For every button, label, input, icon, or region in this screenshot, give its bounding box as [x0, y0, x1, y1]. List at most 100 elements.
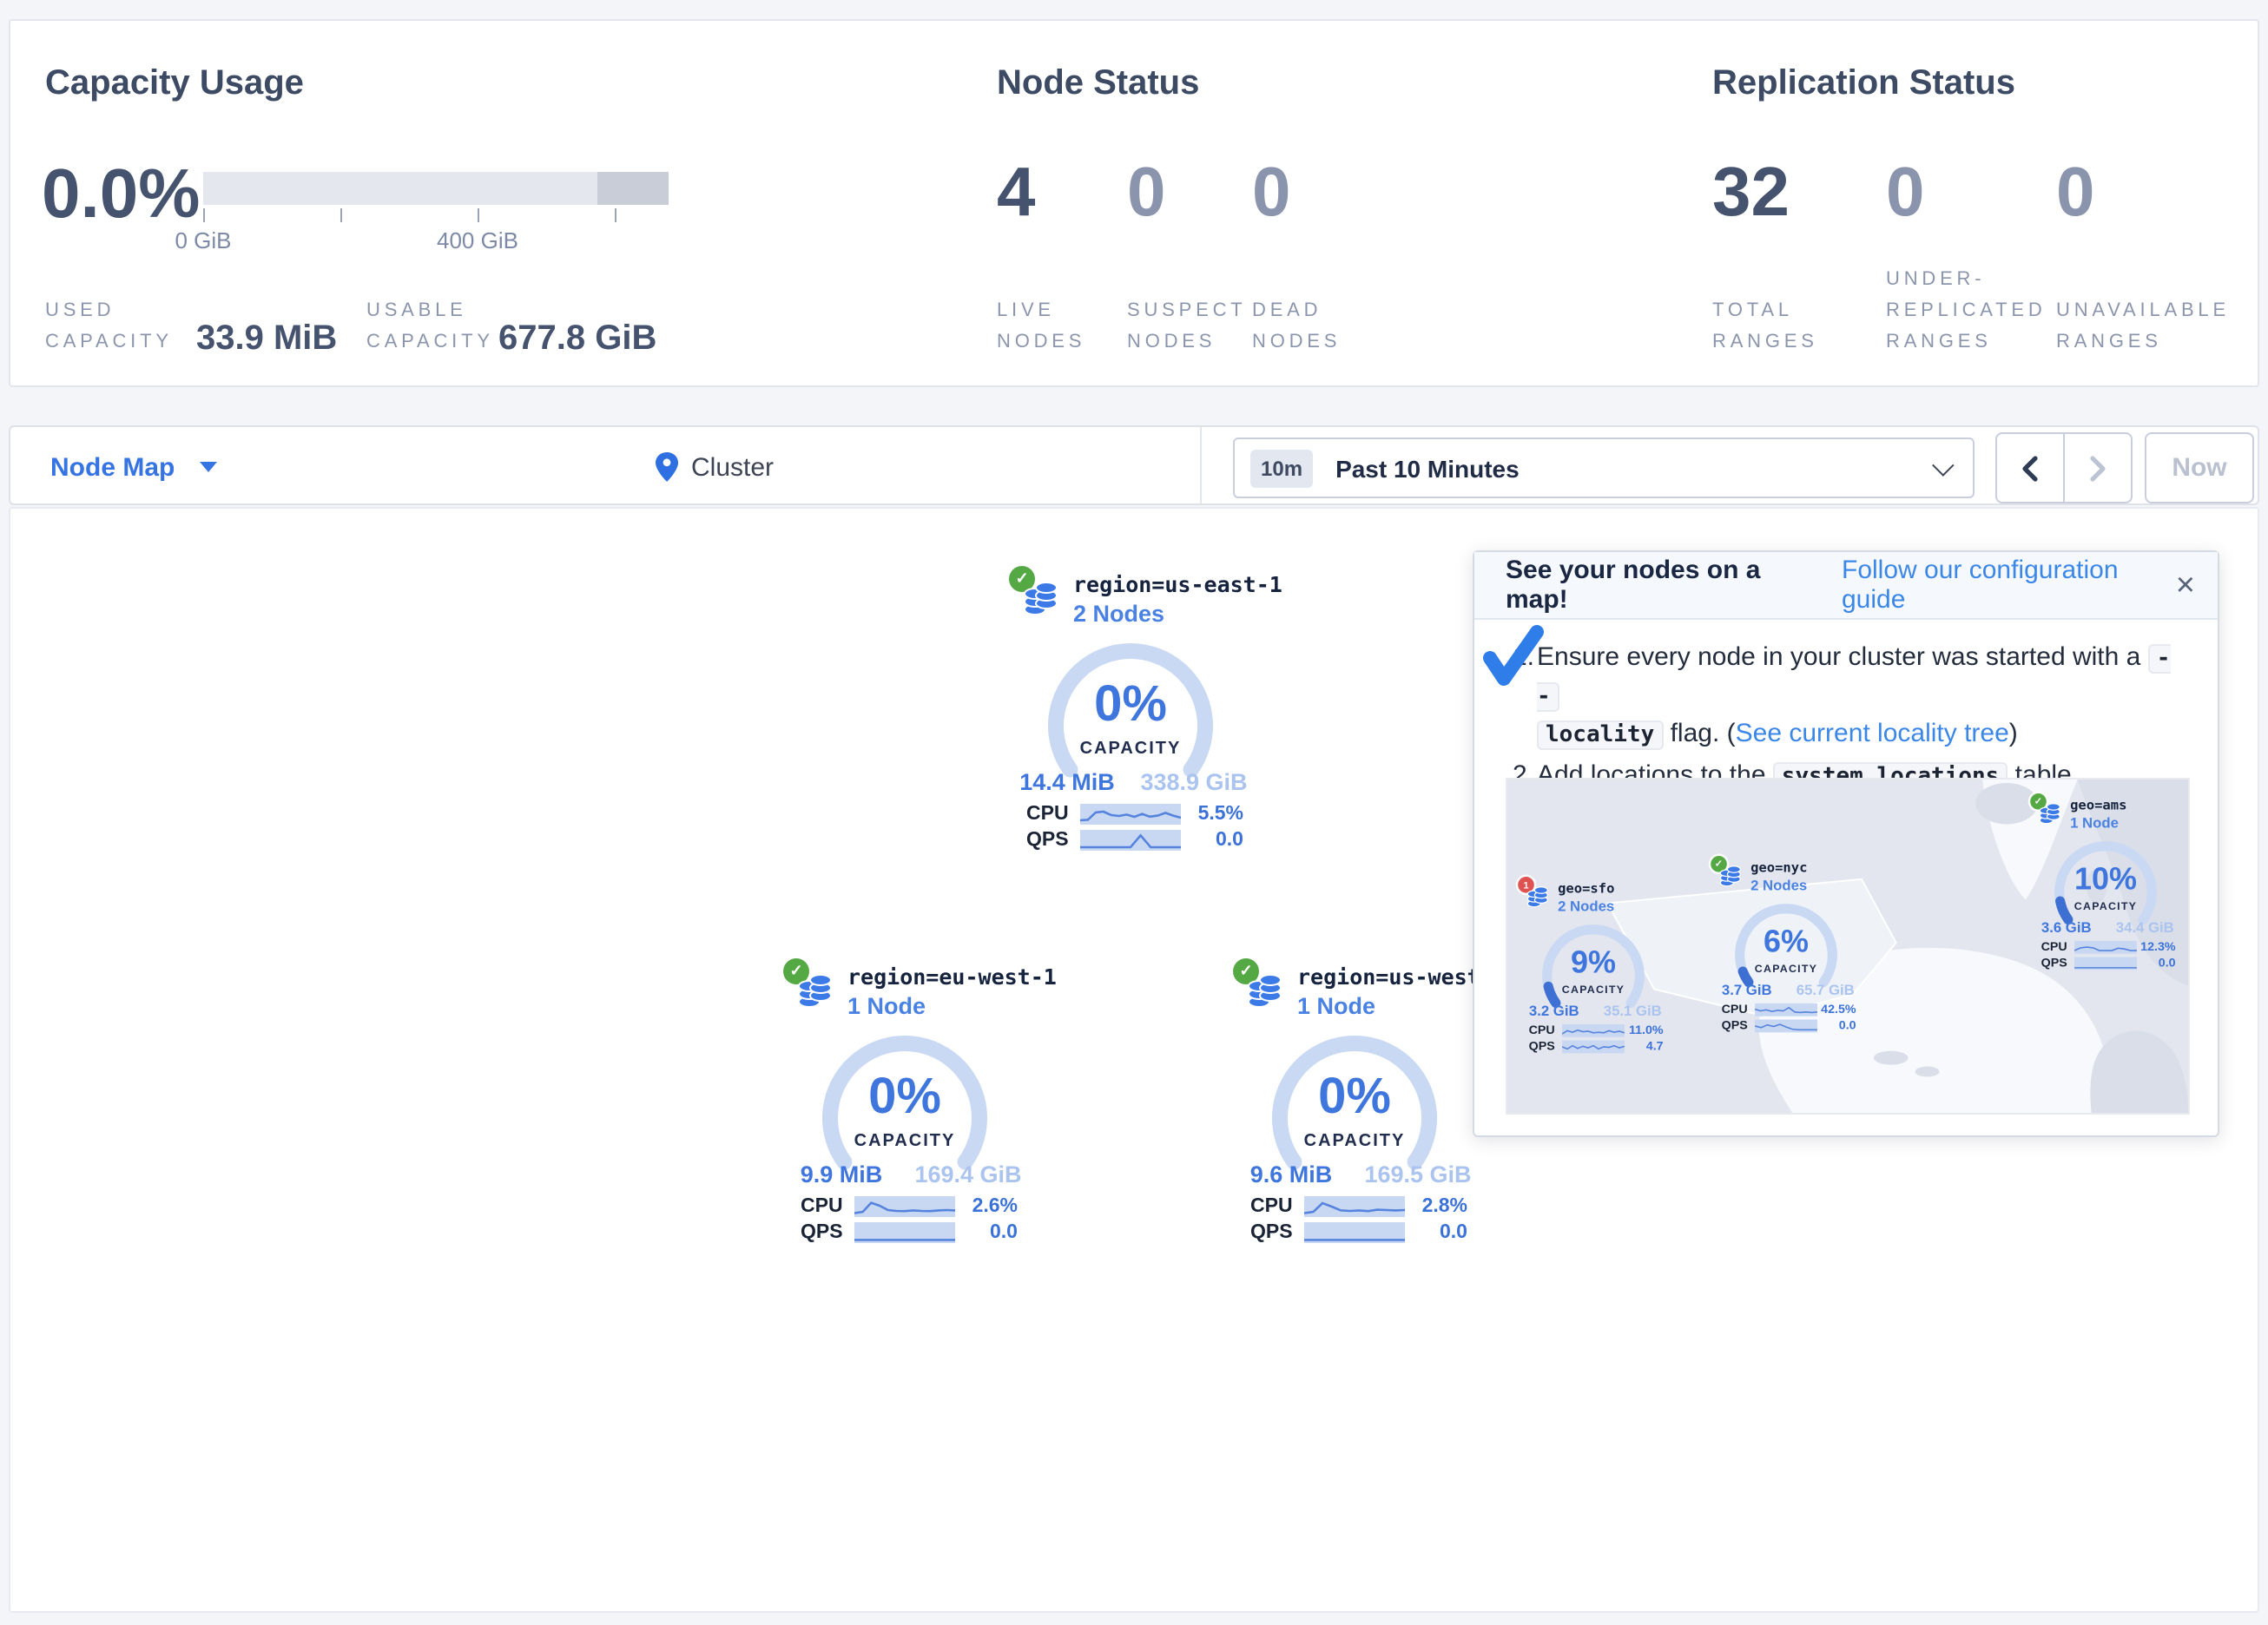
cpu-label: CPU — [1224, 1195, 1304, 1216]
blue-checkmark-icon — [1483, 625, 1546, 688]
now-button[interactable]: Now — [2145, 432, 2254, 503]
nodes-link[interactable]: 1 Node — [2069, 815, 2118, 832]
locality-label: geo=ams — [2069, 797, 2126, 813]
live-nodes-label: LIVE NODES — [997, 295, 1085, 358]
capacity-percent: 0% — [775, 1069, 1035, 1127]
used-capacity-label: USED CAPACITY — [45, 295, 173, 358]
qps-value: 0.0 — [1405, 1221, 1485, 1242]
chevron-down-icon — [1932, 454, 1954, 476]
popup-header: See your nodes on a map! Follow our conf… — [1474, 552, 2218, 620]
popup-map: 1 geo=sfo 2 Nodes 9% CAPACITY — [1506, 778, 2190, 1115]
time-range-label: Past 10 Minutes — [1335, 454, 1520, 482]
cpu-sparkline — [1080, 803, 1181, 824]
database-icon — [794, 970, 835, 1012]
under-replicated-value: 0 — [1886, 158, 1925, 227]
next-arrow-icon — [2086, 452, 2110, 484]
capacity-word: CAPACITY — [1512, 984, 1673, 997]
cpu-sparkline — [2074, 940, 2136, 953]
next-range-button[interactable] — [2065, 434, 2131, 502]
view-selector-dropdown[interactable]: Node Map — [50, 427, 216, 507]
cpu-sparkline — [1561, 1023, 1624, 1036]
capacity-usage-bar — [203, 172, 669, 205]
total-capacity: 169.4 GiB — [905, 1161, 1032, 1188]
breadcrumb-cluster[interactable]: Cluster — [655, 427, 774, 507]
unavailable-ranges-label: UNAVAILABLE RANGES — [2056, 295, 2230, 358]
nodes-link[interactable]: 2 Nodes — [1557, 898, 1613, 915]
capacity-word: CAPACITY — [1224, 1132, 1485, 1151]
step-text: flag. ( — [1663, 719, 1735, 748]
qps-sparkline — [1561, 1040, 1624, 1053]
configuration-guide-link[interactable]: Follow our configuration guide — [1842, 556, 2176, 615]
locality-label: geo=nyc — [1750, 859, 1806, 876]
qps-value: 0.0 — [1181, 829, 1261, 850]
breadcrumb-label: Cluster — [691, 452, 774, 482]
step-text: Ensure every node in your cluster was st… — [1537, 642, 2148, 672]
dead-nodes-label: DEAD NODES — [1252, 295, 1341, 358]
bar-tick — [615, 208, 616, 222]
region-card-us-east-1[interactable]: ✓ region=us-east-1 2 Nodes 0% CAPACITY 1… — [1000, 566, 1261, 852]
database-icon — [1243, 970, 1285, 1012]
capacity-percent: 0% — [1224, 1069, 1485, 1127]
cpu-value: 42.5% — [1816, 1003, 1866, 1016]
time-range-arrows — [1995, 432, 2133, 503]
capacity-word: CAPACITY — [1000, 740, 1261, 759]
region-card-us-west-1[interactable]: ✓ region=us-west-1 1 Node 0% CAPACITY 9.… — [1224, 958, 1485, 1245]
prev-range-button[interactable] — [1997, 434, 2065, 502]
live-nodes-value: 4 — [997, 158, 1036, 227]
caret-down-icon — [199, 462, 216, 472]
database-icon — [1019, 578, 1061, 620]
qps-label: QPS — [1224, 1221, 1304, 1242]
locality-label: region=eu-west-1 — [847, 964, 1057, 990]
popup-title: See your nodes on a map! — [1506, 556, 1817, 615]
cpu-value: 2.8% — [1405, 1195, 1485, 1216]
usable-capacity-value: 677.8 GiB — [498, 319, 656, 359]
total-ranges-label: TOTAL RANGES — [1712, 295, 1818, 358]
nodes-link[interactable]: 1 Node — [1297, 993, 1375, 1019]
capacity-percent: 9% — [1512, 945, 1673, 981]
locality-setup-popup: See your nodes on a map! Follow our conf… — [1473, 550, 2219, 1137]
capacity-percent: 0% — [1000, 677, 1261, 734]
used-capacity: 3.6 GiB — [2026, 919, 2105, 936]
time-range-select[interactable]: 10m Past 10 Minutes — [1233, 438, 1975, 498]
nodes-link[interactable]: 2 Nodes — [1073, 601, 1164, 627]
map-marker-geo-sfo[interactable]: 1 geo=sfo 2 Nodes 9% CAPACITY — [1512, 877, 1675, 1056]
bar-tick-label: 400 GiB — [437, 227, 518, 253]
view-selector-label: Node Map — [50, 452, 175, 482]
qps-value: 0.0 — [2136, 957, 2186, 970]
qps-label: QPS — [1512, 1040, 1561, 1053]
qps-sparkline — [2074, 957, 2136, 970]
time-range-badge: 10m — [1250, 449, 1313, 487]
cpu-value: 5.5% — [1181, 803, 1261, 824]
used-capacity: 14.4 MiB — [1004, 769, 1131, 795]
step-text: ) — [2009, 719, 2018, 748]
toolbar: Node Map Cluster 10m Past 10 Minutes — [9, 425, 2259, 505]
popup-step-1: 1.Ensure every node in your cluster was … — [1474, 639, 2190, 753]
used-capacity: 3.2 GiB — [1513, 1003, 1592, 1019]
qps-label: QPS — [1000, 829, 1080, 850]
capacity-word: CAPACITY — [2024, 901, 2186, 913]
qps-sparkline — [854, 1221, 955, 1242]
nodes-link[interactable]: 2 Nodes — [1750, 878, 1806, 894]
map-marker-geo-nyc[interactable]: ✓ geo=nyc 2 Nodes 6% CAPACITY — [1704, 856, 1868, 1035]
toolbar-divider — [1200, 427, 1202, 503]
stats-panel: Capacity Usage 0.0% 0 GiB 400 GiB USED C… — [9, 19, 2259, 387]
cpu-sparkline — [854, 1195, 955, 1216]
locality-tree-link[interactable]: See current locality tree — [1736, 719, 2009, 748]
locality-label: region=us-east-1 — [1073, 571, 1282, 597]
total-capacity: 169.5 GiB — [1355, 1161, 1481, 1188]
nodes-link[interactable]: 1 Node — [847, 993, 926, 1019]
bar-tick — [203, 208, 205, 222]
capacity-percent: 10% — [2024, 862, 2186, 898]
map-marker-geo-ams[interactable]: ✓ geo=ams 1 Node 10% CAPACITY — [2024, 793, 2187, 972]
cpu-sparkline — [1304, 1195, 1405, 1216]
qps-sparkline — [1304, 1221, 1405, 1242]
qps-sparkline — [1080, 829, 1181, 850]
cpu-label: CPU — [2024, 940, 2074, 953]
suspect-nodes-label: SUSPECT NODES — [1127, 295, 1247, 358]
close-icon[interactable]: × — [2176, 569, 2195, 602]
region-card-eu-west-1[interactable]: ✓ region=eu-west-1 1 Node 0% CAPACITY 9.… — [775, 958, 1035, 1245]
cpu-label: CPU — [1704, 1003, 1754, 1016]
suspect-nodes-value: 0 — [1127, 158, 1166, 227]
node-map-page: Capacity Usage 0.0% 0 GiB 400 GiB USED C… — [0, 0, 2268, 1625]
total-capacity: 65.7 GiB — [1785, 982, 1864, 998]
